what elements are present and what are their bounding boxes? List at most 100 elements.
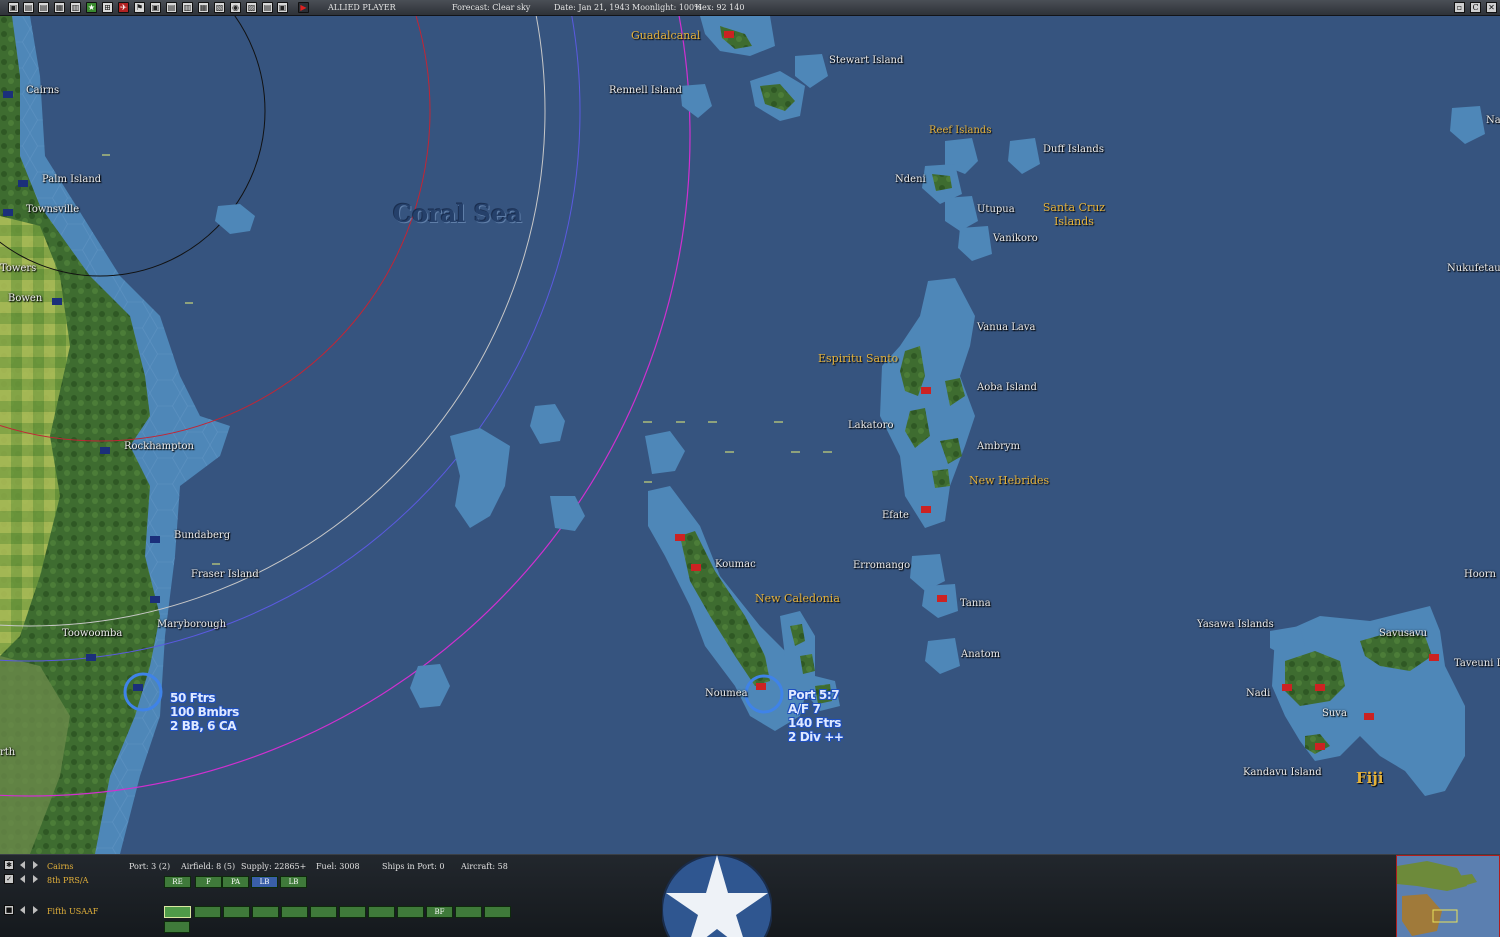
place-rennell-island[interactable]: Rennell Island bbox=[609, 85, 682, 96]
place-savusavu[interactable]: Savusavu bbox=[1379, 628, 1427, 639]
next-arrow-icon[interactable] bbox=[33, 875, 38, 883]
place-suva[interactable]: Suva bbox=[1322, 708, 1347, 719]
date-label: Date: Jan 21, 1943 bbox=[554, 3, 630, 12]
place-vanikoro[interactable]: Vanikoro bbox=[993, 233, 1038, 244]
place-tanna[interactable]: Tanna bbox=[960, 598, 991, 609]
place-bundaberg[interactable]: Bundaberg bbox=[174, 530, 230, 541]
prev-arrow-icon[interactable] bbox=[20, 861, 25, 869]
report-icon[interactable]: ◉ bbox=[230, 2, 241, 13]
air-hq-link[interactable]: Fifth USAAF bbox=[47, 907, 98, 916]
place-nukufetau[interactable]: Nukufetau bbox=[1447, 263, 1500, 274]
place-kandavu-island[interactable]: Kandavu Island bbox=[1243, 767, 1322, 778]
unit-button[interactable] bbox=[455, 906, 482, 918]
minimap[interactable] bbox=[1396, 855, 1500, 937]
gear-icon[interactable]: ✱ bbox=[4, 860, 14, 870]
place-ndeni[interactable]: Ndeni bbox=[895, 174, 926, 185]
unit-button[interactable]: PA bbox=[222, 876, 249, 888]
list-icon[interactable]: ▤ bbox=[23, 2, 34, 13]
restore-icon[interactable]: C bbox=[1470, 2, 1481, 13]
unit-button[interactable] bbox=[164, 921, 190, 933]
place-utupua[interactable]: Utupua bbox=[977, 204, 1015, 215]
prev-arrow-icon[interactable] bbox=[20, 875, 25, 883]
report-icon[interactable]: ▧ bbox=[214, 2, 225, 13]
hud-noumea-forces[interactable]: Port 5:7 A/F 7 140 Ftrs 2 Div ++ bbox=[788, 688, 844, 744]
place-townsville[interactable]: Townsville bbox=[26, 204, 79, 215]
place-koumac[interactable]: Koumac bbox=[715, 559, 756, 570]
place-espiritu-santo[interactable]: Espiritu Santo bbox=[818, 352, 898, 366]
unit-button[interactable]: BF bbox=[426, 906, 453, 918]
unit-button[interactable] bbox=[339, 906, 366, 918]
strategic-map[interactable]: Coral Sea Cairns Palm Island Townsville … bbox=[0, 16, 1500, 854]
prev-arrow-icon[interactable] bbox=[20, 906, 25, 914]
unit-button[interactable] bbox=[310, 906, 337, 918]
list-icon[interactable]: ▦ bbox=[54, 2, 65, 13]
report-icon[interactable]: ▥ bbox=[182, 2, 193, 13]
place-maryborough[interactable]: Maryborough bbox=[157, 619, 226, 630]
place-aoba-island[interactable]: Aoba Island bbox=[977, 382, 1037, 393]
place-na-partial[interactable]: Na bbox=[1486, 115, 1500, 126]
place-anatom[interactable]: Anatom bbox=[961, 649, 1000, 660]
unit-button[interactable] bbox=[194, 906, 221, 918]
report-icon[interactable]: ▤ bbox=[262, 2, 273, 13]
list-icon[interactable]: ▤ bbox=[38, 2, 49, 13]
place-nadi[interactable]: Nadi bbox=[1246, 688, 1270, 699]
unit-button[interactable]: LB bbox=[251, 876, 278, 888]
pause-icon[interactable]: ▣ bbox=[150, 2, 161, 13]
unit-button[interactable] bbox=[484, 906, 511, 918]
minimize-icon[interactable]: ▫ bbox=[1454, 2, 1465, 13]
unit-button[interactable] bbox=[223, 906, 250, 918]
unit-button[interactable] bbox=[281, 906, 308, 918]
report-icon[interactable]: ▤ bbox=[166, 2, 177, 13]
place-cairns[interactable]: Cairns bbox=[26, 85, 59, 96]
place-vanua-lava[interactable]: Vanua Lava bbox=[977, 322, 1036, 333]
report-icon[interactable]: ▣ bbox=[277, 2, 288, 13]
unit-button[interactable] bbox=[252, 906, 279, 918]
close-icon[interactable]: ✕ bbox=[1486, 2, 1497, 13]
place-rockhampton[interactable]: Rockhampton bbox=[124, 441, 194, 452]
place-duff-islands[interactable]: Duff Islands bbox=[1043, 144, 1104, 155]
place-palm-island[interactable]: Palm Island bbox=[42, 174, 101, 185]
place-perth-partial[interactable]: rth bbox=[0, 747, 15, 758]
place-toowoomba[interactable]: Toowoomba bbox=[62, 628, 122, 639]
plane-icon[interactable]: ✈ bbox=[118, 2, 129, 13]
check-icon[interactable]: ✓ bbox=[4, 874, 14, 884]
place-lakatoro[interactable]: Lakatoro bbox=[848, 420, 893, 431]
save-icon[interactable]: ▣ bbox=[8, 2, 19, 13]
place-ambrym[interactable]: Ambrym bbox=[977, 441, 1020, 452]
hud-line: A/F 7 bbox=[788, 702, 821, 716]
region-santa-cruz-line1: Santa Cruz bbox=[1042, 201, 1106, 214]
unit-button[interactable] bbox=[397, 906, 424, 918]
place-hoorn[interactable]: Hoorn bbox=[1464, 569, 1496, 580]
place-fraser-island[interactable]: Fraser Island bbox=[191, 569, 259, 580]
place-noumea[interactable]: Noumea bbox=[705, 688, 748, 699]
unit-button[interactable] bbox=[164, 906, 191, 918]
unit-button[interactable]: LB bbox=[280, 876, 307, 888]
end-turn-icon[interactable]: ▶ bbox=[298, 2, 309, 13]
hq-unit-link[interactable]: 8th PRS/A bbox=[47, 876, 88, 885]
print-icon[interactable]: ▥ bbox=[70, 2, 81, 13]
place-bowen[interactable]: Bowen bbox=[8, 293, 42, 304]
place-efate[interactable]: Efate bbox=[882, 510, 909, 521]
place-reef-islands[interactable]: Reef Islands bbox=[929, 124, 991, 138]
ship-icon[interactable]: ⊞ bbox=[102, 2, 113, 13]
place-yasawa-islands[interactable]: Yasawa Islands bbox=[1197, 619, 1274, 630]
next-arrow-icon[interactable] bbox=[33, 861, 38, 869]
place-stewart-island[interactable]: Stewart Island bbox=[829, 55, 903, 66]
place-taveuni[interactable]: Taveuni I bbox=[1454, 658, 1500, 669]
place-erromango[interactable]: Erromango bbox=[853, 560, 910, 571]
place-guadalcanal[interactable]: Guadalcanal bbox=[631, 29, 700, 43]
unit-button[interactable]: F bbox=[195, 876, 222, 888]
hud-cairns-forces[interactable]: 50 Ftrs 100 Bmbrs 2 BB, 6 CA bbox=[170, 691, 239, 733]
place-towers[interactable]: Towers bbox=[0, 263, 36, 274]
base-name-link[interactable]: Cairns bbox=[47, 862, 74, 871]
square-icon[interactable]: ■ bbox=[4, 905, 14, 915]
unit-button[interactable]: RE bbox=[164, 876, 191, 888]
star-icon[interactable]: ★ bbox=[86, 2, 97, 13]
next-arrow-icon[interactable] bbox=[33, 906, 38, 914]
forecast-label: Forecast: Clear sky bbox=[452, 3, 531, 12]
report-icon[interactable]: ▨ bbox=[246, 2, 257, 13]
top-toolbar: ▣ ▤ ▤ ▦ ▥ ★ ⊞ ✈ ⚑ ▣ ▤ ▥ ▦ ▧ ◉ ▨ ▤ ▣ ▶ AL… bbox=[0, 0, 1500, 16]
flag-icon[interactable]: ⚑ bbox=[134, 2, 145, 13]
unit-button[interactable] bbox=[368, 906, 395, 918]
report-icon[interactable]: ▦ bbox=[198, 2, 209, 13]
